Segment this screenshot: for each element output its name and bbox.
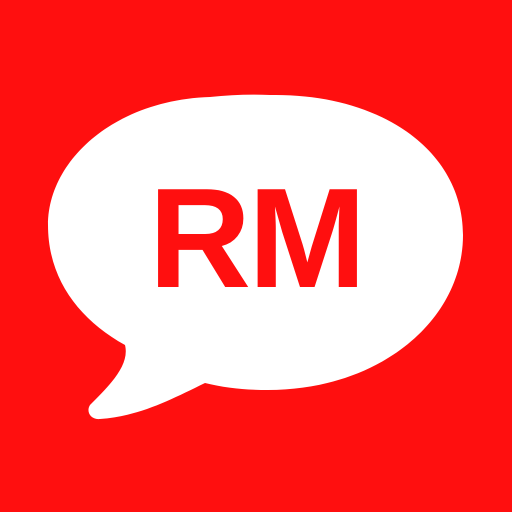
app-icon[interactable]: RM [0, 0, 512, 512]
logo-text: RM [148, 159, 367, 318]
